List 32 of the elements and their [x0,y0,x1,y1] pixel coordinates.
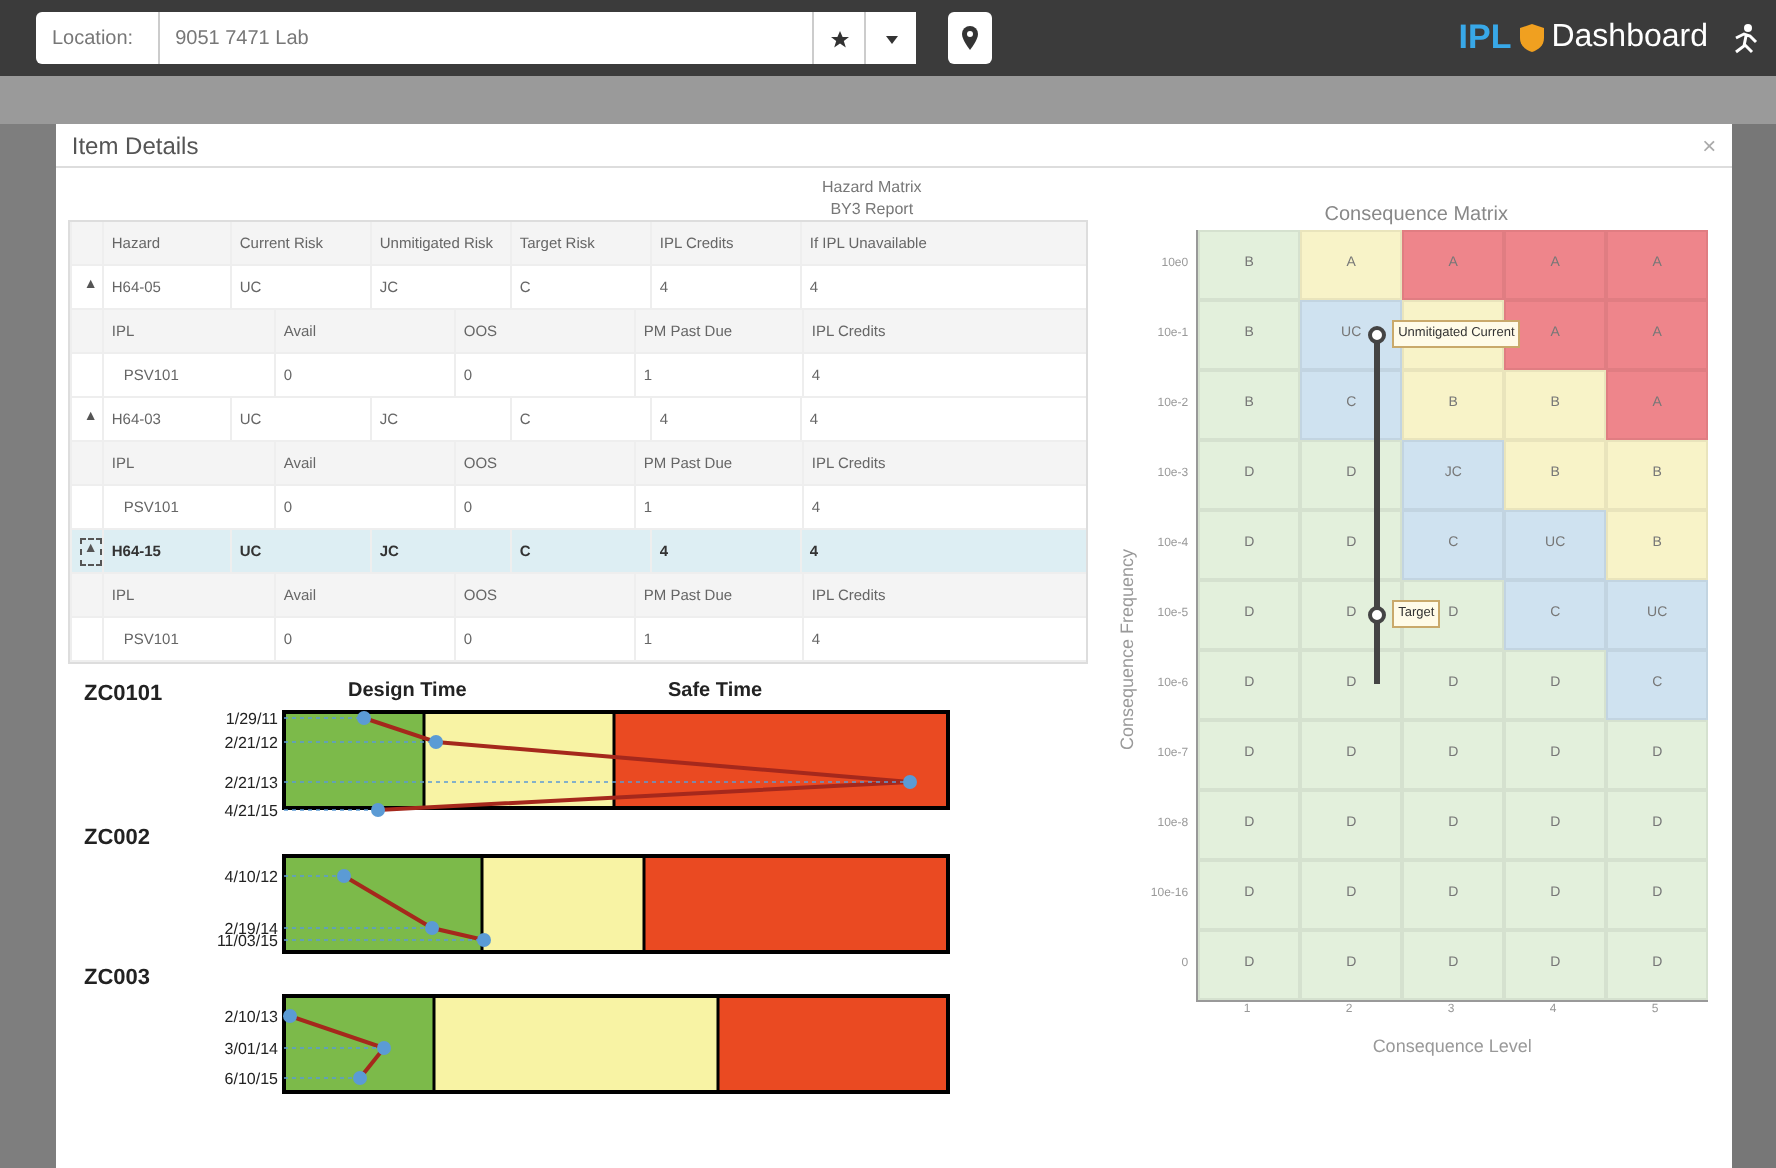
report-title: Hazard Matrix [819,176,924,198]
chart-title: ZC002 [83,826,150,850]
caret-icon [885,35,897,44]
date-label: 2/21/13 [224,774,278,792]
axis-label: Consequence Level [1372,1036,1532,1056]
shield-icon [1519,24,1544,52]
date-label: 2/10/13 [224,1008,278,1026]
star-icon [829,29,849,50]
location-field[interactable]: Location: 9051 7471 Lab [36,12,916,64]
date-label: 4/10/12 [224,868,278,886]
brand-name: IPL [1458,16,1512,61]
map-pin-icon [962,25,978,50]
location-button[interactable] [948,12,992,64]
date-label: 3/01/14 [224,1040,278,1058]
date-label: 6/10/15 [224,1070,278,1088]
location-label: Location: [36,12,160,64]
date-label: 4/21/15 [224,802,278,820]
date-label: 1/29/11 [225,710,278,728]
chart-title: Consequence Matrix [1322,202,1510,230]
chart-title: ZC0101 [83,682,163,706]
date-label: 11/03/15 [216,932,278,950]
person-icon[interactable] [1732,22,1760,54]
chart-title: ZC003 [83,966,150,990]
axis-label: Design Time [347,680,467,702]
axis-label: Safe Time [667,680,762,702]
date-label: 2/21/12 [224,734,278,752]
location-value: 9051 7471 Lab [173,25,311,53]
report-subtitle: BY3 Report [828,198,916,220]
date-label: 2/19/14 [224,920,278,938]
dialog-title: Item Details [71,129,199,163]
axis-label: Consequence Frequency [1114,548,1139,750]
app-title: Dashboard [1551,18,1708,58]
